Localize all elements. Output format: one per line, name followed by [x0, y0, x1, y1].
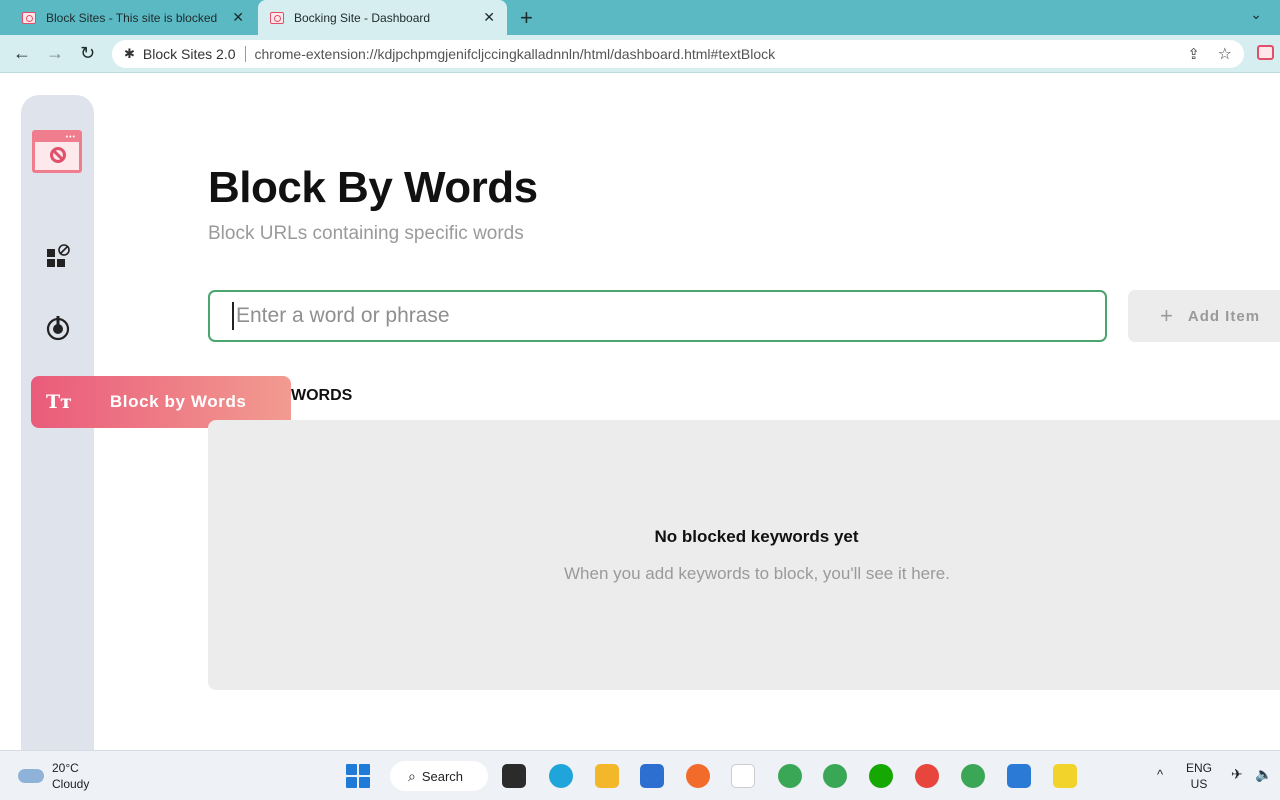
file-explorer-icon[interactable] [595, 764, 619, 788]
weather-widget[interactable]: 20°C Cloudy [18, 760, 89, 792]
chevron-up-icon[interactable]: ^ [1157, 767, 1163, 782]
url-text[interactable]: chrome-extension://kdjpchpmgjenifcljccin… [255, 46, 776, 62]
new-tab-button[interactable]: + [520, 5, 533, 31]
firefox-icon[interactable] [686, 764, 710, 788]
edge-icon[interactable] [549, 764, 573, 788]
block-sites-logo[interactable]: ••• [32, 130, 82, 173]
lang-bottom: US [1190, 777, 1208, 791]
photos-icon[interactable] [1007, 764, 1031, 788]
weather-condition: Cloudy [52, 777, 90, 791]
close-icon[interactable]: ✕ [483, 9, 495, 26]
focus-mode-icon[interactable] [45, 315, 71, 341]
weather-temp: 20°C [52, 761, 79, 775]
chevron-down-icon[interactable]: ⌄ [1250, 6, 1262, 23]
address-bar[interactable]: ✱ Block Sites 2.0 chrome-extension://kdj… [112, 40, 1244, 68]
empty-state-title: No blocked keywords yet [654, 527, 859, 546]
upwork-icon[interactable] [869, 764, 893, 788]
tab-dashboard[interactable]: Bocking Site - Dashboard ✕ [258, 0, 507, 35]
airplane-icon[interactable]: ✈ [1231, 766, 1243, 783]
empty-state-subtitle: When you add keywords to block, you'll s… [564, 564, 950, 583]
plus-icon: + [1160, 303, 1174, 328]
section-label: WORDS [291, 387, 353, 404]
ban-icon [50, 147, 66, 163]
url-origin: Block Sites 2.0 [142, 46, 236, 62]
share-icon[interactable]: ⇪ [1187, 45, 1200, 63]
chrome-profile-icon[interactable] [961, 764, 985, 788]
page-title: Block By Words [208, 163, 538, 212]
search-icon: ⌕ [408, 767, 416, 784]
task-view-icon[interactable] [502, 764, 526, 788]
block-sites-favicon-icon [22, 11, 36, 24]
add-item-button[interactable]: + Add Item [1128, 290, 1280, 342]
tab-title: Bocking Site - Dashboard [294, 10, 431, 25]
chrome-profile-icon[interactable] [823, 764, 847, 788]
empty-state-panel: No blocked keywords yet When you add key… [208, 420, 1280, 690]
cloud-icon [18, 769, 44, 783]
divider [244, 46, 246, 62]
logo-dots: ••• [65, 134, 76, 141]
chrome-profile-icon[interactable] [915, 764, 939, 788]
close-icon[interactable]: ✕ [232, 9, 244, 26]
volume-icon[interactable]: 🔈 [1255, 766, 1272, 783]
store-icon[interactable] [640, 764, 664, 788]
forward-arrow-icon[interactable]: → [46, 43, 64, 64]
lang-top: ENG [1186, 761, 1213, 775]
tab-strip: Block Sites - This site is blocked ✕ Boc… [0, 0, 1280, 35]
add-item-label: Add Item [1187, 307, 1261, 325]
tab-title: Block Sites - This site is blocked [46, 10, 218, 25]
block-sites-favicon-icon [270, 11, 284, 24]
text-icon: Tт [46, 391, 72, 413]
language-indicator[interactable]: ENG US [1186, 760, 1212, 792]
reload-icon[interactable]: ↻ [80, 43, 95, 64]
windows-start-icon[interactable] [346, 764, 370, 788]
chrome-profile-icon[interactable] [778, 764, 802, 788]
taskbar-search[interactable]: ⌕ Search [390, 761, 488, 791]
puzzle-icon: ✱ [124, 46, 135, 61]
page-subtitle: Block URLs containing specific words [208, 223, 524, 244]
browser-toolbar: ← → ↻ ✱ Block Sites 2.0 chrome-extension… [0, 35, 1280, 73]
tab-block-sites-blocked[interactable]: Block Sites - This site is blocked ✕ [10, 0, 256, 35]
keyword-input[interactable] [208, 290, 1107, 342]
taskbar: 20°C Cloudy ⌕ Search ^ ENG US ✈ 🔈 [0, 750, 1280, 800]
amazon-icon[interactable] [731, 764, 755, 788]
block-sites-icon[interactable] [45, 243, 71, 269]
search-label: Search [421, 768, 464, 784]
text-caret [232, 302, 234, 330]
back-arrow-icon[interactable]: ← [13, 43, 31, 64]
sidebar-item-label: Block by Words [109, 392, 247, 411]
tick-app-icon[interactable] [1053, 764, 1077, 788]
block-sites-extension-icon[interactable] [1257, 45, 1274, 60]
bookmark-star-icon[interactable]: ☆ [1218, 44, 1232, 64]
